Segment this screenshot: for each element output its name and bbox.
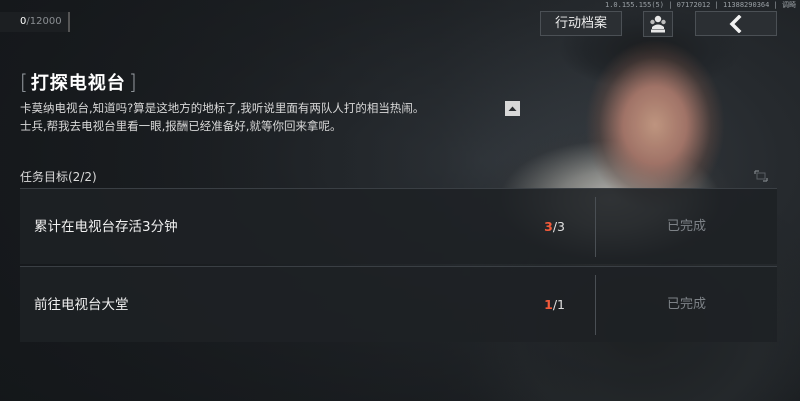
- mission-description-line2: 士兵,帮我去电视台里看一眼,报酬已经准备好,就等你回来拿呢。: [20, 119, 342, 133]
- mission-title-block: [ 打探电视台 ]: [20, 70, 137, 94]
- objective-row: 累计在电视台存活3分钟 3/3 已完成: [20, 188, 777, 264]
- objective-progress: 1/1: [544, 267, 565, 343]
- currency-max: /12000: [26, 16, 62, 27]
- objective-row: 前往电视台大堂 1/1 已完成: [20, 266, 777, 342]
- objective-name: 前往电视台大堂: [34, 297, 129, 313]
- version-info: 1.0.155.155(5) | 07172012 | 11388290364 …: [604, 1, 796, 9]
- back-button[interactable]: [695, 11, 777, 36]
- objective-progress-done: 3: [544, 219, 553, 234]
- objective-progress: 3/3: [544, 189, 565, 265]
- chevron-left-icon: [729, 14, 742, 33]
- title-bracket-left: [: [20, 70, 28, 94]
- collapse-description-button[interactable]: [505, 101, 520, 116]
- squad-icon: [650, 15, 666, 33]
- objectives-header: 任务目标(2/2): [20, 170, 97, 184]
- objective-name: 累计在电视台存活3分钟: [34, 219, 178, 235]
- mission-title: 打探电视台: [30, 73, 126, 94]
- mission-description-line1: 卡莫纳电视台,知道吗?算是这地方的地标了,我听说里面有两队人打的相当热闹。: [20, 101, 425, 115]
- chevron-up-icon: [508, 106, 517, 111]
- operation-archive-button[interactable]: 行动档案: [540, 11, 622, 36]
- objective-status: 已完成: [666, 297, 706, 312]
- mission-description: 卡莫纳电视台,知道吗?算是这地方的地标了,我听说里面有两队人打的相当热闹。 士兵…: [20, 99, 510, 135]
- squad-button[interactable]: [643, 11, 673, 37]
- objective-status: 已完成: [666, 219, 706, 234]
- objective-progress-total: /1: [552, 297, 565, 312]
- currency-counter: 0/12000: [0, 12, 70, 32]
- objective-progress-total: /3: [552, 219, 565, 234]
- objective-progress-done: 1: [544, 297, 553, 312]
- title-bracket-right: ]: [128, 70, 137, 94]
- expand-corner-icon[interactable]: [754, 170, 768, 182]
